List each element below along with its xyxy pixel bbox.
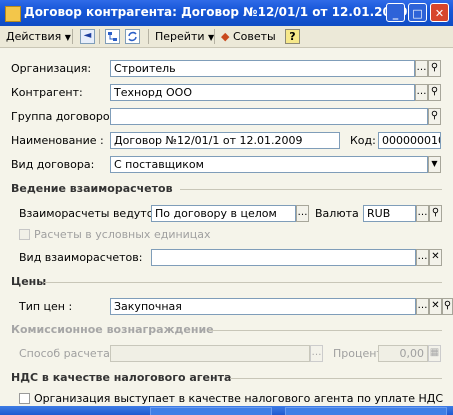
price-type-label: Тип цен : (19, 300, 73, 313)
type-label: Вид договора: (11, 158, 95, 171)
code-field[interactable]: 000000010 (378, 132, 441, 149)
tips-label: Советы (232, 30, 276, 43)
minimize-button[interactable]: _ (386, 3, 405, 22)
tax-agent-label: Организация выступает в качестве налогов… (34, 392, 444, 405)
tips-icon: ◆ (221, 30, 230, 43)
code-label: Код: (350, 134, 376, 147)
group-search-icon[interactable]: ⚲ (428, 108, 441, 125)
price-type-search-icon[interactable]: ⚲ (442, 298, 453, 315)
refresh-icon[interactable] (125, 29, 140, 44)
toolbar: Действия ▼ ◄ Перейти ▼ ◆ Советы ? (0, 26, 453, 48)
window-title: Договор контрагента: Договор №12/01/1 от… (24, 5, 408, 19)
settlement-kind-label: Вид взаиморасчетов: (19, 251, 143, 264)
section-divider (180, 189, 442, 190)
settlement-mode-field[interactable]: По договору в целом (151, 205, 296, 222)
contract-window: Договор контрагента: Договор №12/01/1 от… (0, 0, 453, 415)
taskbar-item[interactable] (150, 407, 272, 415)
prices-section-title: Цены (11, 275, 47, 288)
arrow-left-icon[interactable]: ◄ (80, 29, 95, 44)
section-divider (44, 282, 442, 283)
close-button[interactable]: ✕ (430, 3, 449, 22)
tax-agent-checkbox[interactable] (19, 393, 30, 404)
settlement-mode-select-button[interactable]: … (296, 205, 309, 222)
structure-icon-glyph (108, 32, 117, 41)
chevron-down-icon[interactable]: ▼ (428, 156, 441, 173)
structure-icon[interactable] (105, 29, 120, 44)
org-select-button[interactable]: … (415, 60, 428, 77)
taskbar-item[interactable] (285, 407, 447, 415)
conditional-units-label: Расчеты в условных единицах (34, 228, 211, 241)
conditional-units-checkbox[interactable] (19, 229, 30, 240)
go-menu[interactable]: Перейти ▼ (155, 28, 214, 45)
calc-method-select-button[interactable]: … (310, 345, 323, 362)
section-divider (230, 378, 442, 379)
clear-icon[interactable]: ✕ (429, 249, 442, 266)
commission-section-title: Комиссионное вознаграждение (11, 323, 214, 336)
toolbar-separator (148, 29, 149, 44)
contract-type-select[interactable]: С поставщиком (110, 156, 428, 173)
counterparty-search-icon[interactable]: ⚲ (428, 84, 441, 101)
document-icon (5, 6, 21, 22)
counterparty-select-button[interactable]: … (415, 84, 428, 101)
settlement-mode-label: Взаиморасчеты ведутся: (19, 207, 164, 220)
settlement-kind-select-button[interactable]: … (416, 249, 429, 266)
counterparty-field[interactable]: Технорд ООО (110, 84, 415, 101)
percent-field[interactable]: 0,00 (378, 345, 428, 362)
currency-label: Валюта : (315, 207, 366, 220)
toolbar-separator (214, 29, 215, 44)
settlements-section-title: Ведение взаиморасчетов (11, 182, 173, 195)
toolbar-separator (99, 29, 100, 44)
title-bar[interactable]: Договор контрагента: Договор №12/01/1 от… (0, 0, 453, 26)
toolbar-separator (72, 29, 73, 44)
taskbar (0, 406, 453, 415)
currency-field[interactable]: RUB (363, 205, 416, 222)
name-label: Наименование : (11, 134, 104, 147)
currency-select-button[interactable]: … (416, 205, 429, 222)
org-label: Организация: (11, 62, 92, 75)
price-type-select-button[interactable]: … (416, 298, 429, 315)
tips-button[interactable]: ◆ Советы (221, 28, 276, 45)
price-type-field[interactable]: Закупочная (110, 298, 416, 315)
go-menu-label: Перейти (155, 30, 205, 43)
actions-menu[interactable]: Действия ▼ (6, 28, 71, 45)
counterparty-label: Контрагент: (11, 86, 83, 99)
vat-section-title: НДС в качестве налогового агента (11, 371, 232, 384)
clear-icon[interactable]: ✕ (429, 298, 442, 315)
actions-menu-label: Действия (6, 30, 62, 43)
settlement-kind-field[interactable] (151, 249, 416, 266)
org-field[interactable]: Строитель (110, 60, 415, 77)
chevron-down-icon: ▼ (64, 33, 71, 42)
group-label: Группа договоров: (11, 110, 120, 123)
maximize-button[interactable]: □ (408, 3, 427, 22)
calc-method-label: Способ расчета: (19, 347, 114, 360)
name-field[interactable]: Договор №12/01/1 от 12.01.2009 (110, 132, 340, 149)
refresh-icon-glyph (128, 31, 137, 42)
org-search-icon[interactable]: ⚲ (428, 60, 441, 77)
currency-search-icon[interactable]: ⚲ (429, 205, 442, 222)
calculator-icon[interactable]: ▦ (428, 345, 441, 362)
section-divider (208, 330, 442, 331)
group-field[interactable] (110, 108, 428, 125)
calc-method-field[interactable] (110, 345, 310, 362)
help-icon[interactable]: ? (285, 29, 300, 44)
